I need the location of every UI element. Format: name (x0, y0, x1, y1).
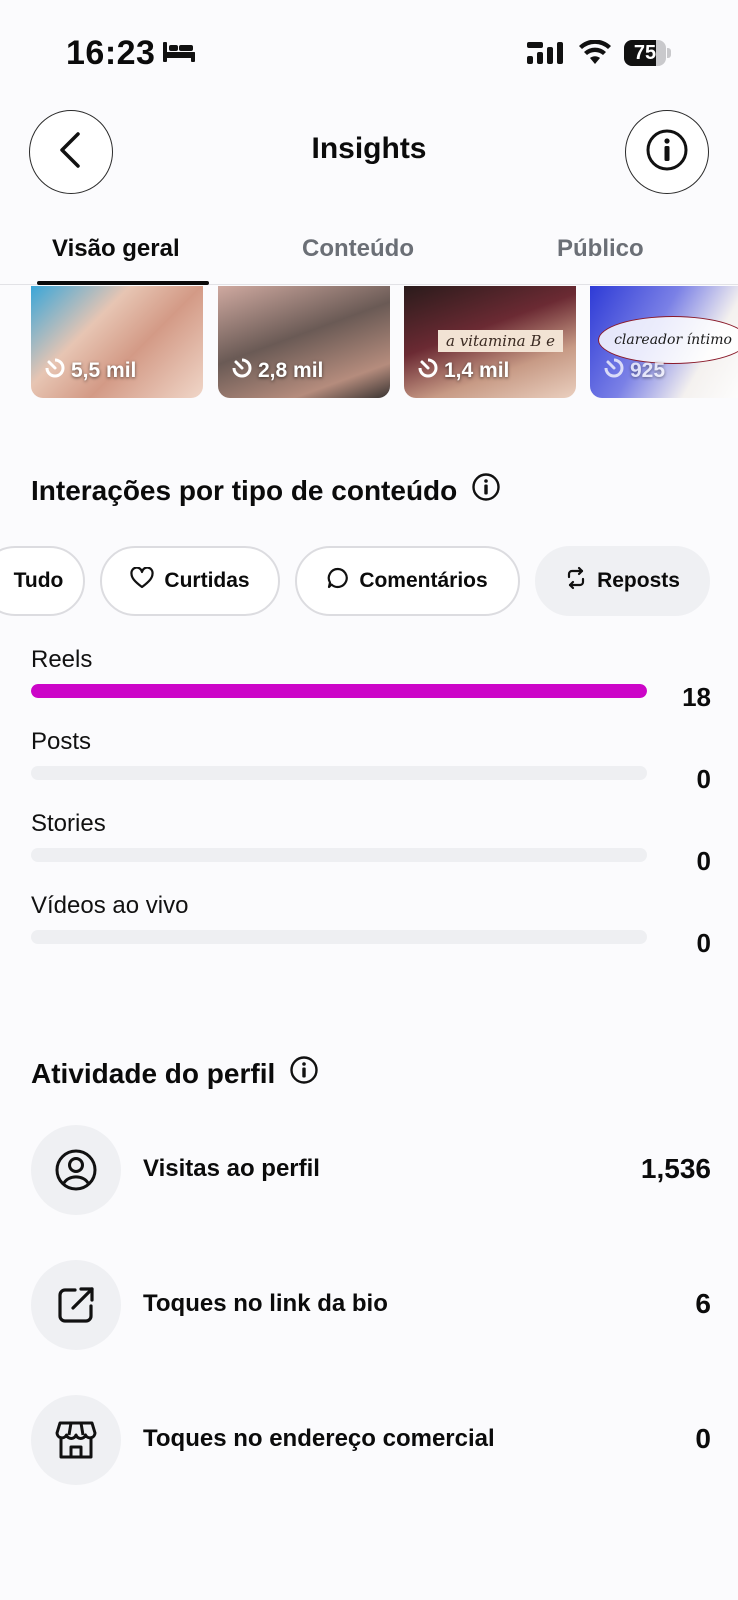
info-button[interactable] (625, 110, 709, 194)
views-icon (604, 358, 624, 384)
profile-icon (31, 1125, 121, 1215)
content-thumbnails: 5,5 mil 2,8 mil a vitamina B e 1,4 mil c… (0, 286, 738, 398)
metric-value: 0 (696, 928, 711, 958)
metric-bar-track (31, 684, 647, 698)
interaction-filter-chips: Tudo Curtidas Comentários Reposts (0, 546, 738, 616)
thumbnail-views: 925 (630, 359, 666, 382)
metric-live-videos: Vídeos ao vivo 0 (31, 892, 711, 970)
activity-row-profile-visits[interactable]: Visitas ao perfil 1,536 (31, 1125, 711, 1215)
active-tab-indicator (37, 281, 209, 285)
filter-chip-reposts[interactable]: Reposts (535, 546, 710, 616)
tab-publico[interactable]: Público (557, 235, 644, 263)
storefront-icon (31, 1395, 121, 1485)
content-thumbnail[interactable]: 2,8 mil (218, 286, 390, 398)
content-thumbnail[interactable]: a vitamina B e 1,4 mil (404, 286, 576, 398)
metric-value: 0 (696, 764, 711, 794)
interactions-section-title: Interações por tipo de conteúdo (31, 472, 501, 509)
filter-chip-comentarios[interactable]: Comentários (295, 546, 520, 616)
info-icon (645, 128, 689, 177)
heart-icon (130, 566, 155, 595)
metric-label: Stories (31, 810, 106, 837)
metric-label: Reels (31, 646, 93, 673)
activity-label: Toques no endereço comercial (143, 1425, 495, 1452)
views-icon (418, 358, 438, 384)
battery-icon: 75 (624, 40, 671, 66)
thumbnail-views: 2,8 mil (258, 359, 324, 382)
chip-label: Curtidas (164, 569, 250, 592)
repost-icon (565, 566, 587, 596)
metric-reels: Reels 18 (31, 646, 711, 724)
chip-label: Comentários (359, 569, 488, 592)
chip-label: Tudo (13, 569, 64, 592)
info-icon[interactable] (289, 1055, 319, 1092)
metric-label: Vídeos ao vivo (31, 892, 189, 919)
metric-bar-fill (31, 684, 647, 698)
metric-posts: Posts 0 (31, 728, 711, 806)
thumbnail-views: 1,4 mil (444, 359, 510, 382)
views-icon (45, 358, 65, 384)
activity-row-bio-link-taps[interactable]: Toques no link da bio 6 (31, 1260, 711, 1350)
metric-bar-track (31, 930, 647, 944)
profile-activity-title-text: Atividade do perfil (31, 1057, 276, 1089)
metric-value: 18 (682, 682, 711, 712)
interactions-title-text: Interações por tipo de conteúdo (31, 474, 458, 506)
bed-icon (162, 40, 196, 69)
metric-value: 0 (696, 846, 711, 876)
activity-label: Toques no link da bio (143, 1290, 388, 1317)
battery-label: 75 (633, 42, 657, 64)
tab-bar: Visão geral Conteúdo Público (0, 225, 738, 285)
wifi-icon (578, 39, 612, 71)
views-icon (232, 358, 252, 384)
tab-conteudo[interactable]: Conteúdo (302, 235, 414, 263)
filter-chip-tudo[interactable]: Tudo (0, 546, 85, 616)
activity-row-business-address-taps[interactable]: Toques no endereço comercial 0 (31, 1395, 711, 1485)
thumbnail-caption: clareador íntimo (598, 316, 738, 364)
activity-value: 0 (695, 1423, 711, 1454)
filter-chip-curtidas[interactable]: Curtidas (100, 546, 280, 616)
cellular-signal-icon (527, 42, 565, 71)
info-icon[interactable] (471, 472, 501, 509)
metric-bar-track (31, 848, 647, 862)
content-thumbnail[interactable]: clareador íntimo 925 (590, 286, 738, 398)
metric-label: Posts (31, 728, 92, 755)
content-thumbnail[interactable]: 5,5 mil (31, 286, 203, 398)
thumbnail-views: 5,5 mil (71, 359, 137, 382)
profile-activity-section-title: Atividade do perfil (31, 1055, 319, 1092)
activity-value: 1,536 (640, 1153, 711, 1184)
thumbnail-caption: a vitamina B e (438, 330, 564, 352)
activity-label: Visitas ao perfil (143, 1155, 320, 1182)
activity-value: 6 (695, 1288, 711, 1319)
metric-bar-track (31, 766, 647, 780)
status-bar: 16:23 75 (0, 0, 738, 100)
metric-stories: Stories 0 (31, 810, 711, 888)
comment-icon (327, 567, 349, 595)
chip-label: Reposts (597, 569, 680, 592)
status-time: 16:23 (66, 34, 156, 72)
external-link-icon (31, 1260, 121, 1350)
tab-visao-geral[interactable]: Visão geral (52, 235, 180, 263)
